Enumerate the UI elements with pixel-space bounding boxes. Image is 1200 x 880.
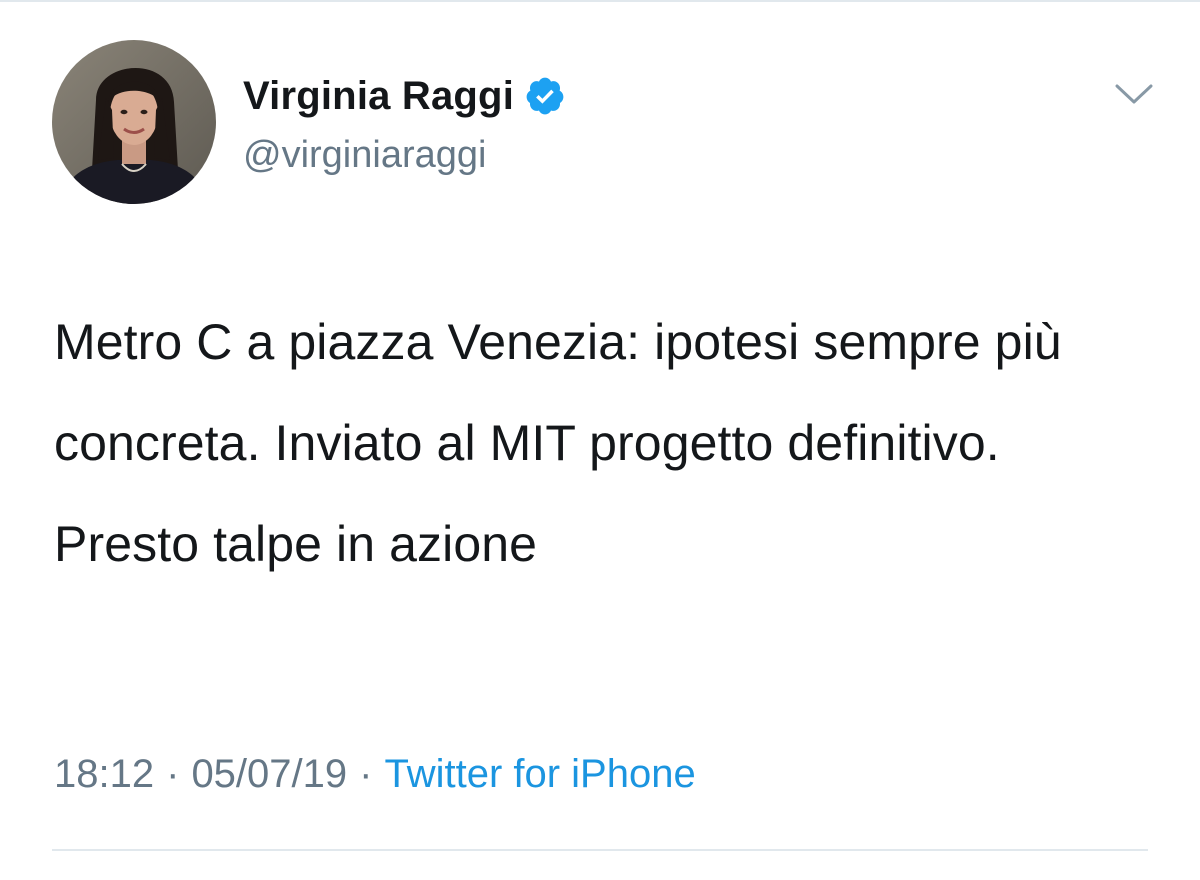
tweet-text: Metro C a piazza Venezia: ipotesi sempre… bbox=[54, 314, 1062, 572]
tweet-meta: 18:12 · 05/07/19 · Twitter for iPhone bbox=[54, 752, 696, 797]
verified-badge-icon bbox=[524, 75, 566, 117]
tweet-card: Virginia Raggi @virginiaraggi Metro C a … bbox=[0, 0, 1200, 880]
bottom-divider bbox=[52, 849, 1148, 851]
tweet-time[interactable]: 18:12 bbox=[54, 752, 154, 797]
avatar-image bbox=[52, 40, 216, 204]
tweet-date[interactable]: 05/07/19 bbox=[191, 752, 347, 797]
display-name[interactable]: Virginia Raggi bbox=[243, 74, 514, 119]
avatar[interactable] bbox=[52, 40, 216, 204]
tweet-source-link[interactable]: Twitter for iPhone bbox=[384, 752, 695, 797]
meta-separator: · bbox=[166, 752, 180, 796]
author-handle[interactable]: @virginiaraggi bbox=[243, 134, 486, 177]
chevron-down-icon[interactable] bbox=[1113, 80, 1155, 108]
author-name-row[interactable]: Virginia Raggi bbox=[243, 70, 566, 122]
meta-separator: · bbox=[359, 752, 373, 796]
